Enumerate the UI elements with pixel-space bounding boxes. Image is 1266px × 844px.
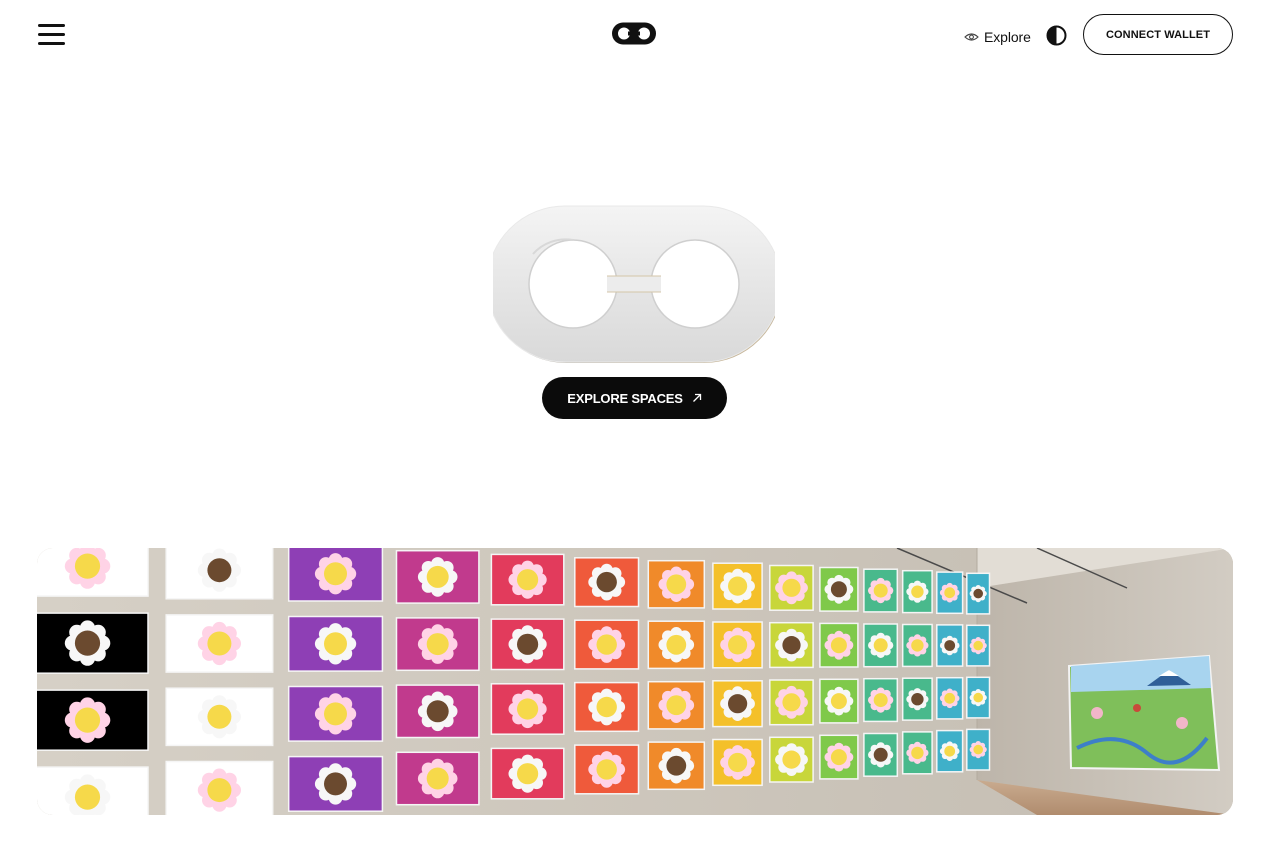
flower-face xyxy=(830,637,847,654)
flower-face xyxy=(517,698,539,720)
flower-face xyxy=(517,569,539,591)
flower-face xyxy=(944,587,956,599)
site-header: Explore CONNECT WALLET xyxy=(0,0,1266,70)
explore-label: Explore xyxy=(984,29,1031,45)
arrow-up-right-icon xyxy=(692,393,701,402)
flower-face xyxy=(782,636,801,655)
flower-face xyxy=(944,692,956,704)
flower-face xyxy=(207,558,232,583)
flower-face xyxy=(426,565,449,588)
flower-face xyxy=(324,562,347,586)
flower-face xyxy=(596,696,617,718)
flower-face xyxy=(973,744,983,755)
flower-face xyxy=(830,581,847,598)
flower-face xyxy=(911,639,924,652)
flower-face xyxy=(911,746,924,760)
flower-face xyxy=(666,695,687,716)
flower-face xyxy=(426,633,449,656)
contrast-toggle-icon[interactable] xyxy=(1046,25,1067,46)
flower-face xyxy=(74,630,101,656)
flower-face xyxy=(728,694,748,714)
flower-face xyxy=(728,635,748,655)
flower-face xyxy=(973,588,983,599)
flower-face xyxy=(873,583,888,598)
flower-face xyxy=(324,772,347,796)
flower-face xyxy=(782,693,801,712)
flower-face xyxy=(74,707,101,733)
infinity-logo-icon[interactable] xyxy=(611,20,657,47)
flower-face xyxy=(728,752,748,773)
flower-face xyxy=(944,745,956,757)
infinity-logo-3d xyxy=(493,205,775,363)
flower-face xyxy=(207,631,232,656)
flower-face xyxy=(596,759,617,780)
flower-face xyxy=(426,767,449,790)
flower-face xyxy=(830,749,847,766)
flower-face xyxy=(426,700,449,723)
flower-face xyxy=(207,704,232,729)
eye-icon xyxy=(964,33,979,41)
flower-face xyxy=(666,634,687,655)
flower-face xyxy=(324,632,347,656)
landscape-artwork xyxy=(1067,654,1221,772)
flower-face xyxy=(728,576,748,596)
gallery-preview-image[interactable] xyxy=(37,548,1233,815)
flower-face xyxy=(873,638,888,653)
flower-face xyxy=(944,640,956,651)
explore-spaces-label: EXPLORE SPACES xyxy=(567,390,683,406)
gallery-room-illustration xyxy=(37,548,1233,815)
flower-face xyxy=(973,692,983,703)
flower-face xyxy=(207,778,232,803)
flower-face xyxy=(666,574,687,595)
flower-face xyxy=(911,693,924,706)
flower-face xyxy=(517,763,539,785)
flower-face xyxy=(830,693,847,710)
flower-face xyxy=(973,640,983,651)
flower-face xyxy=(596,571,617,593)
flower-face xyxy=(74,784,101,810)
flower-face xyxy=(873,693,888,708)
flower-face xyxy=(596,634,617,655)
flower-face xyxy=(324,702,347,726)
explore-spaces-button[interactable]: EXPLORE SPACES xyxy=(542,377,727,419)
flower-face xyxy=(873,747,888,762)
flower-face xyxy=(782,750,801,769)
explore-link[interactable]: Explore xyxy=(964,27,1031,47)
flower-face xyxy=(666,755,687,776)
flower-face xyxy=(74,553,101,579)
hamburger-menu-icon[interactable] xyxy=(38,24,66,46)
flower-face xyxy=(911,585,924,598)
flower-face xyxy=(517,633,539,655)
flower-face xyxy=(782,578,801,597)
connect-wallet-button[interactable]: CONNECT WALLET xyxy=(1083,14,1233,55)
